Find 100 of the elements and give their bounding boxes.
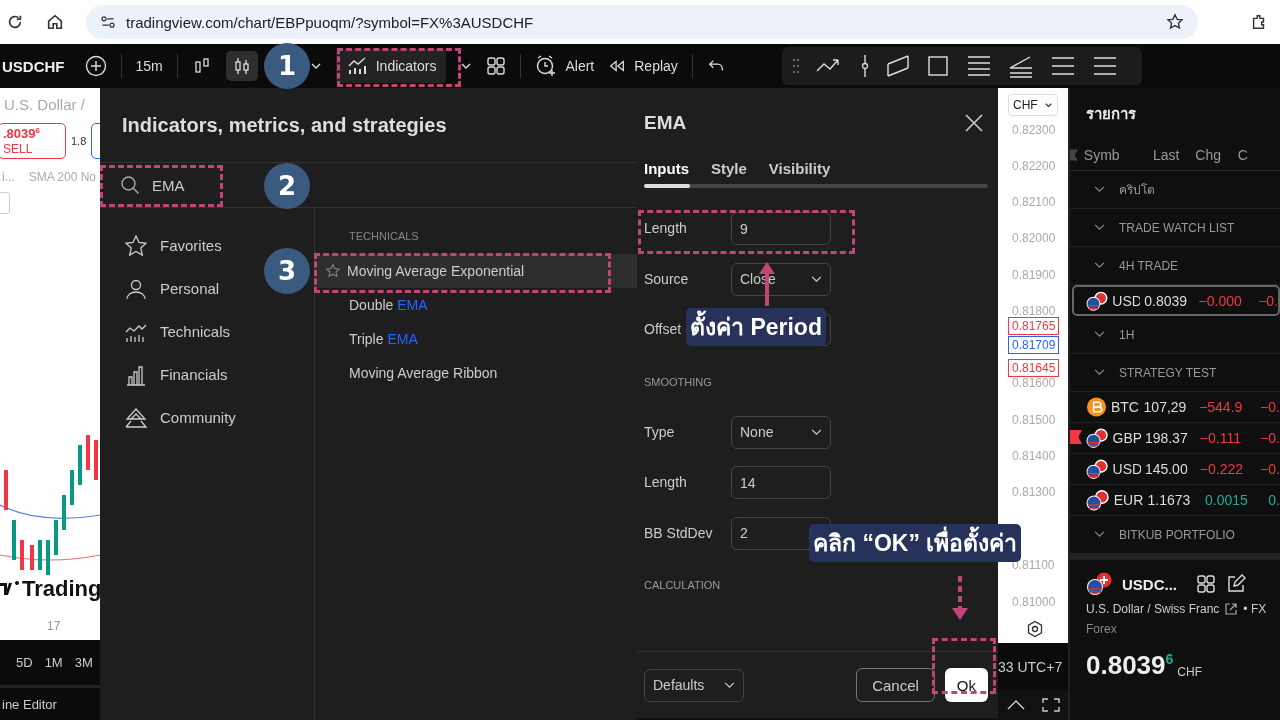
- section-heading: SMOOTHING: [644, 374, 713, 390]
- chevron-down-icon: [811, 275, 822, 283]
- candle: [62, 495, 66, 530]
- indicators-button[interactable]: Indicators: [335, 49, 447, 83]
- pine-editor-tab[interactable]: ine Editor: [2, 696, 57, 712]
- watchlist-group[interactable]: 4H TRADE: [1070, 247, 1280, 285]
- price-tick: 0.81400: [1012, 449, 1056, 463]
- watchlist-group[interactable]: STRATEGY TEST: [1070, 354, 1280, 392]
- logo-mark-icon: [0, 581, 20, 597]
- watchlist-row[interactable]: USD 145.00 −0.222 −0.: [1070, 454, 1280, 485]
- levels-icon[interactable]: [1050, 54, 1076, 78]
- input-field[interactable]: 9: [731, 212, 831, 245]
- column-header[interactable]: Symb: [1083, 147, 1153, 163]
- ok-button[interactable]: Ok: [944, 668, 988, 702]
- chevron-down-icon: [1094, 331, 1105, 338]
- category-item[interactable]: Personal: [100, 267, 228, 310]
- price-tick: 0.81000: [1012, 595, 1056, 609]
- home-icon[interactable]: [46, 13, 64, 31]
- watchlist-group[interactable]: TRADE WATCH LIST: [1070, 209, 1280, 247]
- drag-handle-icon[interactable]: [792, 58, 800, 74]
- layout-grid-icon[interactable]: [486, 56, 507, 76]
- watchlist-group[interactable]: คริปโต: [1070, 171, 1280, 209]
- fullscreen-icon[interactable]: [1042, 698, 1060, 712]
- price-tick: 0.81800: [1012, 304, 1056, 318]
- price-tick: 0.81500: [1012, 413, 1056, 427]
- field-label: Offset: [644, 321, 682, 337]
- currency-select[interactable]: CHF: [1008, 94, 1058, 116]
- select-field[interactable]: None: [731, 415, 831, 449]
- indicator-item[interactable]: Moving Average Ribbon: [315, 356, 637, 390]
- defaults-select[interactable]: Defaults: [644, 668, 744, 702]
- settings-icon[interactable]: [1026, 620, 1044, 638]
- symbol-button[interactable]: USDCHF: [2, 57, 65, 75]
- vertical-line-icon[interactable]: [860, 54, 870, 78]
- exchange-name: • FX: [1243, 602, 1267, 616]
- fib-fan-icon[interactable]: [1008, 54, 1034, 78]
- watchlist-row[interactable]: GBP 198.37 −0.111 −0.: [1070, 423, 1280, 454]
- parallel-channel-icon[interactable]: [886, 54, 910, 78]
- search-icon: [120, 175, 140, 195]
- column-header[interactable]: Chg: [1195, 147, 1238, 163]
- watermark-logo: Trading: [0, 576, 102, 602]
- horizontal-lines-icon[interactable]: [966, 54, 992, 78]
- chevron-down-icon: [1094, 262, 1105, 269]
- category-item[interactable]: Financials: [100, 353, 236, 396]
- tab[interactable]: Style: [711, 160, 747, 177]
- add-icon[interactable]: [84, 55, 107, 77]
- field-label: Length: [644, 474, 687, 490]
- candles-button[interactable]: [225, 51, 258, 81]
- chevron-down-icon: [1094, 224, 1105, 231]
- last-price: 0.8039$^{6}$: [1086, 650, 1174, 681]
- category-item[interactable]: Community: [100, 396, 244, 439]
- indicator-item[interactable]: Triple EMA: [315, 322, 637, 356]
- indicator-item[interactable]: Moving Average Exponential: [315, 254, 637, 288]
- cancel-button[interactable]: Cancel: [856, 668, 935, 702]
- alert-button[interactable]: Alert: [535, 55, 595, 77]
- address-bar[interactable]: tradingview.com/chart/EBPpuoqm/?symbol=FX%3AUSDCHF: [86, 5, 1198, 39]
- alarm-clock-icon: [535, 55, 558, 77]
- watchlist-row[interactable]: BTC 107,29 −544.9 −0.: [1070, 392, 1280, 423]
- chevron-down-icon: [1094, 186, 1105, 193]
- candle: [78, 445, 82, 485]
- category-item[interactable]: Favorites: [100, 224, 230, 267]
- chevron-up-icon[interactable]: [1006, 699, 1026, 711]
- candle: [4, 470, 8, 510]
- category-item[interactable]: Technicals: [100, 310, 239, 353]
- candle: [70, 470, 74, 505]
- watchlist-group[interactable]: BITKUB PORTFOLIO: [1070, 516, 1280, 554]
- star-icon[interactable]: [325, 263, 341, 279]
- levels-icon[interactable]: [1092, 54, 1118, 78]
- price-tick: 0.81900: [1012, 268, 1056, 282]
- price-label: 0.81765: [1008, 317, 1060, 335]
- indicator-item[interactable]: Double EMA: [315, 288, 637, 322]
- layout-grid-icon[interactable]: [1196, 574, 1216, 594]
- interval-button[interactable]: 15m: [135, 58, 163, 74]
- column-header[interactable]: Last: [1152, 147, 1196, 163]
- close-icon[interactable]: [964, 113, 984, 133]
- reload-icon[interactable]: [6, 13, 24, 31]
- replay-button[interactable]: Replay: [608, 57, 678, 75]
- range-button[interactable]: 1M: [44, 655, 63, 670]
- range-button[interactable]: 5D: [16, 655, 33, 670]
- input-field[interactable]: 14: [731, 466, 831, 499]
- search-field[interactable]: EMA: [150, 175, 214, 195]
- chevron-down-icon: [811, 428, 822, 436]
- rectangle-icon[interactable]: [926, 54, 950, 78]
- watchlist-row[interactable]: EUR 1.1673 0.0015 0.: [1070, 485, 1280, 516]
- tab[interactable]: Inputs: [644, 160, 689, 177]
- range-button[interactable]: 3M: [74, 655, 93, 670]
- candle: [46, 540, 50, 575]
- column-header[interactable]: C: [1237, 147, 1280, 163]
- highlight-frame: [932, 638, 996, 694]
- sell-button[interactable]: .8039$^{6}$ SELL: [0, 123, 66, 159]
- bookmark-star-icon[interactable]: [1166, 13, 1184, 31]
- site-settings-icon[interactable]: [100, 14, 116, 30]
- candle: [94, 440, 98, 480]
- external-link-icon[interactable]: [1225, 603, 1238, 615]
- watchlist-group[interactable]: 1H: [1070, 316, 1280, 354]
- price-tick: 0.82300: [1012, 123, 1056, 137]
- edit-icon[interactable]: [1226, 574, 1246, 594]
- tab[interactable]: Visibility: [768, 160, 831, 177]
- price-label: 0.81709: [1008, 336, 1060, 354]
- flag-pair-icon: [1086, 289, 1109, 312]
- field-label: Length: [644, 220, 687, 236]
